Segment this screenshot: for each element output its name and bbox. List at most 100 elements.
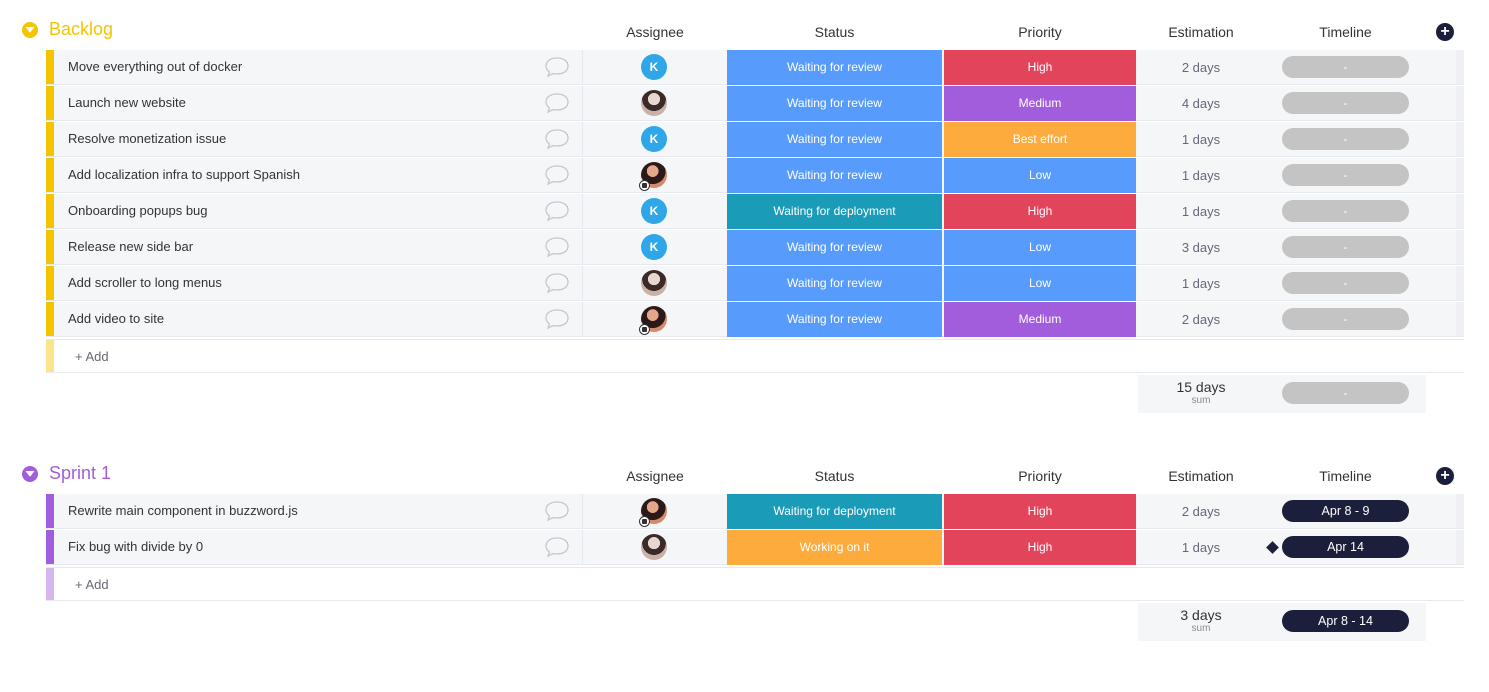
timeline-cell[interactable]: -: [1282, 200, 1409, 222]
task-name[interactable]: Add video to site: [68, 311, 164, 326]
priority-cell[interactable]: Best effort: [944, 122, 1136, 157]
table-row[interactable]: Add video to site Waiting for review Med…: [46, 302, 1464, 337]
timeline-cell[interactable]: -: [1282, 128, 1409, 150]
collapse-toggle[interactable]: [22, 466, 38, 482]
comment-icon[interactable]: [544, 500, 570, 522]
estimation-cell[interactable]: 1 days: [1138, 194, 1264, 229]
column-header-estimation[interactable]: Estimation: [1138, 468, 1264, 484]
comment-icon[interactable]: [544, 56, 570, 78]
status-cell[interactable]: Waiting for deployment: [727, 194, 942, 229]
task-name[interactable]: Launch new website: [68, 95, 186, 110]
priority-cell[interactable]: Medium: [944, 302, 1136, 337]
table-row[interactable]: Rewrite main component in buzzword.js Wa…: [46, 494, 1464, 529]
add-item-button[interactable]: + Add: [75, 577, 109, 592]
estimation-cell[interactable]: 4 days: [1138, 86, 1264, 121]
comment-icon[interactable]: [544, 272, 570, 294]
avatar[interactable]: K: [641, 234, 667, 260]
comment-icon[interactable]: [544, 128, 570, 150]
table-row[interactable]: Add scroller to long menus Waiting for r…: [46, 266, 1464, 301]
status-cell[interactable]: Waiting for deployment: [727, 494, 942, 529]
task-name[interactable]: Fix bug with divide by 0: [68, 539, 203, 554]
column-header-status[interactable]: Status: [727, 468, 942, 484]
comment-icon[interactable]: [544, 236, 570, 258]
timeline-cell[interactable]: Apr 8 - 9: [1282, 500, 1409, 522]
add-column-button[interactable]: +: [1436, 467, 1454, 485]
table-row[interactable]: Fix bug with divide by 0 Working on it H…: [46, 530, 1464, 565]
status-cell[interactable]: Waiting for review: [727, 86, 942, 121]
column-header-assignee[interactable]: Assignee: [595, 468, 715, 484]
avatar[interactable]: [639, 498, 667, 527]
priority-cell[interactable]: High: [944, 50, 1136, 85]
task-name[interactable]: Onboarding popups bug: [68, 203, 208, 218]
table-row[interactable]: Resolve monetization issue K Waiting for…: [46, 122, 1464, 157]
add-item-button[interactable]: + Add: [75, 349, 109, 364]
column-header-estimation[interactable]: Estimation: [1138, 24, 1264, 40]
timeline-cell[interactable]: -: [1282, 236, 1409, 258]
avatar[interactable]: K: [641, 126, 667, 152]
avatar[interactable]: [641, 534, 667, 560]
collapse-toggle[interactable]: [22, 22, 38, 38]
priority-cell[interactable]: Low: [944, 266, 1136, 301]
comment-icon[interactable]: [544, 536, 570, 558]
estimation-cell[interactable]: 1 days: [1138, 530, 1264, 565]
task-name[interactable]: Resolve monetization issue: [68, 131, 226, 146]
status-cell[interactable]: Working on it: [727, 530, 942, 565]
comment-icon[interactable]: [544, 92, 570, 114]
estimation-cell[interactable]: 1 days: [1138, 122, 1264, 157]
column-header-timeline[interactable]: Timeline: [1282, 24, 1409, 40]
add-column-button[interactable]: +: [1436, 23, 1454, 41]
timeline-cell[interactable]: -: [1282, 272, 1409, 294]
priority-cell[interactable]: Low: [944, 158, 1136, 193]
avatar[interactable]: [639, 162, 667, 191]
priority-cell[interactable]: Low: [944, 230, 1136, 265]
table-row[interactable]: Add localization infra to support Spanis…: [46, 158, 1464, 193]
avatar[interactable]: [639, 306, 667, 335]
status-cell[interactable]: Waiting for review: [727, 50, 942, 85]
comment-icon[interactable]: [544, 308, 570, 330]
task-name[interactable]: Rewrite main component in buzzword.js: [68, 503, 298, 518]
status-cell[interactable]: Waiting for review: [727, 302, 942, 337]
estimation-cell[interactable]: 1 days: [1138, 266, 1264, 301]
timeline-cell[interactable]: -: [1282, 308, 1409, 330]
column-header-timeline[interactable]: Timeline: [1282, 468, 1409, 484]
table-row[interactable]: Move everything out of docker K Waiting …: [46, 50, 1464, 85]
estimation-cell[interactable]: 1 days: [1138, 158, 1264, 193]
task-name[interactable]: Add localization infra to support Spanis…: [68, 167, 300, 182]
avatar[interactable]: [641, 270, 667, 296]
estimation-cell[interactable]: 2 days: [1138, 494, 1264, 529]
estimation-cell[interactable]: 2 days: [1138, 302, 1264, 337]
avatar[interactable]: [641, 90, 667, 116]
status-cell[interactable]: Waiting for review: [727, 266, 942, 301]
task-name[interactable]: Release new side bar: [68, 239, 193, 254]
timeline-cell[interactable]: Apr 14: [1282, 536, 1409, 558]
column-header-priority[interactable]: Priority: [944, 468, 1136, 484]
priority-cell[interactable]: Medium: [944, 86, 1136, 121]
comment-icon[interactable]: [544, 164, 570, 186]
estimation-cell[interactable]: 3 days: [1138, 230, 1264, 265]
priority-cell[interactable]: High: [944, 530, 1136, 565]
column-header-assignee[interactable]: Assignee: [595, 24, 715, 40]
task-name[interactable]: Add scroller to long menus: [68, 275, 222, 290]
priority-cell[interactable]: High: [944, 494, 1136, 529]
status-cell[interactable]: Waiting for review: [727, 230, 942, 265]
avatar[interactable]: K: [641, 198, 667, 224]
avatar[interactable]: K: [641, 54, 667, 80]
column-header-priority[interactable]: Priority: [944, 24, 1136, 40]
priority-cell[interactable]: High: [944, 194, 1136, 229]
group-title[interactable]: Sprint 1: [49, 463, 111, 484]
status-cell[interactable]: Waiting for review: [727, 158, 942, 193]
comment-icon[interactable]: [544, 200, 570, 222]
estimation-cell[interactable]: 2 days: [1138, 50, 1264, 85]
table-row[interactable]: Launch new website Waiting for review Me…: [46, 86, 1464, 121]
table-row[interactable]: Onboarding popups bug K Waiting for depl…: [46, 194, 1464, 229]
timeline-cell[interactable]: -: [1282, 56, 1409, 78]
add-item-row[interactable]: + Add: [46, 339, 1464, 373]
task-name[interactable]: Move everything out of docker: [68, 59, 242, 74]
timeline-cell[interactable]: -: [1282, 92, 1409, 114]
status-cell[interactable]: Waiting for review: [727, 122, 942, 157]
group-title[interactable]: Backlog: [49, 19, 113, 40]
timeline-cell[interactable]: -: [1282, 164, 1409, 186]
column-header-status[interactable]: Status: [727, 24, 942, 40]
add-item-row[interactable]: + Add: [46, 567, 1464, 601]
table-row[interactable]: Release new side bar K Waiting for revie…: [46, 230, 1464, 265]
